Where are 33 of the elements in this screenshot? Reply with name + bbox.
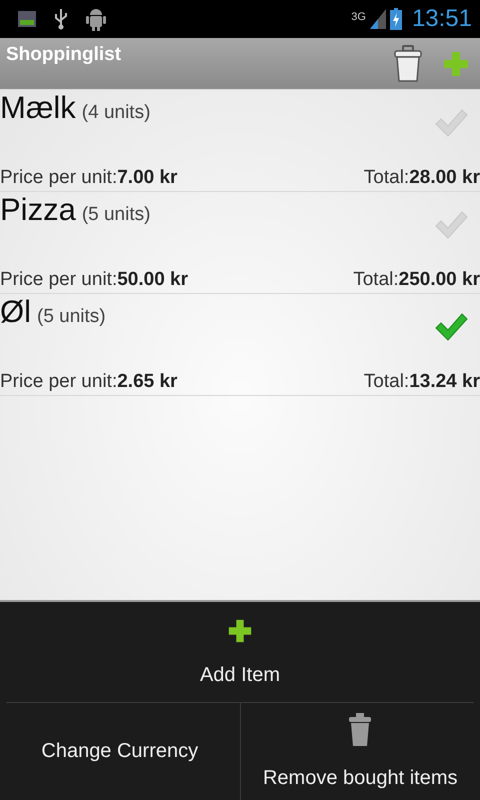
trash-icon xyxy=(348,713,372,747)
clock: 13:51 xyxy=(412,5,472,33)
item-total: Total:28.00 kr xyxy=(364,167,480,189)
network-notification-icon xyxy=(18,11,36,27)
menu-item[interactable]: Add Item xyxy=(6,602,474,702)
check-icon[interactable] xyxy=(434,108,468,138)
item-name: Mælk xyxy=(0,90,76,125)
item-units: (4 units) xyxy=(82,102,150,123)
android-icon xyxy=(86,7,106,31)
list-item[interactable]: Øl (5 units) Price per unit:2.65 kr Total:13.24 kr xyxy=(0,294,480,396)
item-name: Pizza xyxy=(0,192,76,227)
add-icon xyxy=(227,618,253,644)
item-total: Total:13.24 kr xyxy=(364,371,480,393)
item-total: Total:250.00 kr xyxy=(353,269,480,291)
battery-icon xyxy=(390,8,402,30)
check-icon[interactable] xyxy=(434,210,468,240)
item-name: Øl xyxy=(0,294,31,329)
unit-price: Price per unit:50.00 kr xyxy=(0,269,188,291)
menu-item[interactable]: Remove bought items xyxy=(240,703,480,800)
app-title: Shoppinglist xyxy=(6,44,122,66)
network-type-label: 3G xyxy=(351,11,366,23)
add-icon[interactable] xyxy=(442,50,470,78)
list-item[interactable]: Pizza (5 units) Price per unit:50.00 kr Total:250.00 kr xyxy=(0,192,480,294)
unit-price: Price per unit:2.65 kr xyxy=(0,371,178,393)
unit-price: Price per unit:7.00 kr xyxy=(0,167,178,189)
item-units: (5 units) xyxy=(37,306,106,327)
check-icon[interactable] xyxy=(434,312,468,342)
usb-icon xyxy=(54,8,68,30)
trash-icon[interactable] xyxy=(394,44,422,82)
list-item[interactable]: Mælk (4 units) Price per unit:7.00 kr Total:28.00 kr xyxy=(0,90,480,192)
item-units: (5 units) xyxy=(82,204,150,225)
menu-item[interactable]: Change Currency xyxy=(0,703,240,800)
signal-icon xyxy=(370,9,386,29)
